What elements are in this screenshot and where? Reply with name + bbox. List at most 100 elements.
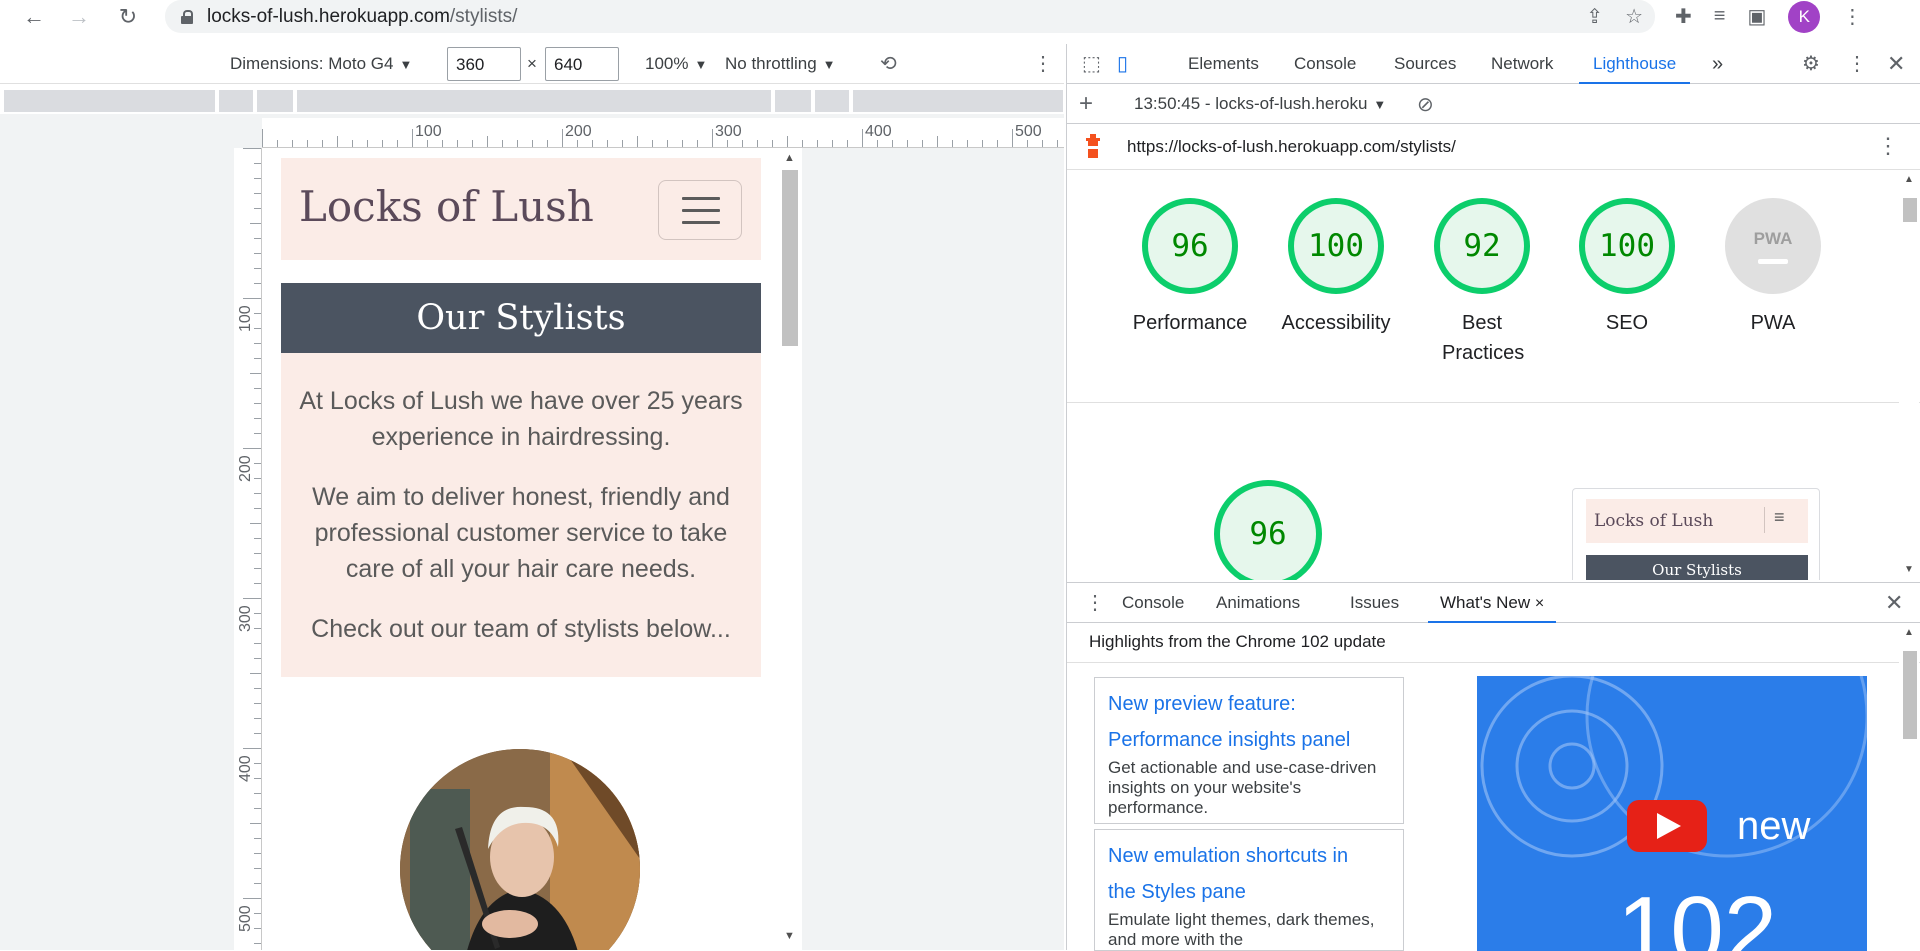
ruler-tick [352,140,353,147]
page-title: Our Stylists [281,283,761,353]
bookmark-star-icon[interactable]: ☆ [1625,4,1643,29]
address-bar[interactable]: locks-of-lush.herokuapp.com/stylists/ ⇪ … [165,0,1655,33]
card-title-line[interactable]: New preview feature: [1108,686,1390,722]
tab-elements[interactable]: Elements [1188,44,1259,84]
close-devtools-icon[interactable]: ✕ [1887,44,1905,84]
viewport-height-input[interactable]: 640 [545,47,619,81]
drawer-tab-console[interactable]: Console [1122,583,1184,623]
scroll-down-arrow-icon[interactable]: ▼ [784,930,795,942]
media-query-segment[interactable] [257,90,293,112]
media-query-segment[interactable] [853,90,1063,112]
media-query-segment[interactable] [297,90,771,112]
inspect-element-icon[interactable]: ⬚ [1082,44,1101,84]
media-queue-icon[interactable]: ≡ [1714,5,1726,28]
report-selector[interactable]: 13:50:45 - locks-of-lush.heroku ▼ [1134,94,1386,114]
card-title-line[interactable]: Performance insights panel [1108,722,1390,758]
ruler-tick [757,140,758,147]
device-dimensions-select[interactable]: Dimensions: Moto G4 ▼ [230,54,412,74]
page-screenshot-thumbnail[interactable]: Locks of Lush ≡ Our Stylists [1572,488,1820,580]
pwa-gauge[interactable]: PWA [1725,198,1821,294]
close-drawer-icon[interactable]: ✕ [1885,583,1903,623]
ruler-tick [254,868,261,869]
media-query-segment[interactable] [775,90,811,112]
share-icon[interactable]: ⇪ [1586,4,1603,29]
lock-icon[interactable] [181,9,193,24]
hamburger-menu-button[interactable] [658,180,742,240]
ruler-label: 400 [237,755,254,782]
devtools-menu-icon[interactable]: ⋮ [1847,44,1867,84]
thumb-title: Our Stylists [1586,555,1808,580]
ruler-tick [532,140,533,147]
site-brand[interactable]: Locks of Lush [299,182,594,231]
ruler-tick [254,853,261,854]
ruler-tick [427,140,428,147]
new-report-plus-icon[interactable]: + [1079,90,1093,118]
browser-menu-icon[interactable]: ⋮ [1842,4,1862,29]
tab-sources[interactable]: Sources [1394,44,1456,84]
report-selector-label: 13:50:45 - locks-of-lush.heroku [1134,94,1368,113]
ruler-label: 100 [415,123,442,140]
throttling-select[interactable]: No throttling ▼ [725,54,836,74]
side-panel-icon[interactable]: ▣ [1747,4,1766,29]
device-toggle-icon[interactable]: ▯ [1117,44,1128,84]
drawer-menu-icon[interactable]: ⋮ [1085,583,1105,623]
more-tabs-icon[interactable]: » [1712,44,1723,84]
seo-gauge[interactable]: 100 [1579,198,1675,294]
ruler-tick [243,298,261,299]
report-scrollbar[interactable]: ▲ ▼ [1899,174,1919,580]
viewport-width-input[interactable]: 360 [447,47,521,81]
ruler-label: 500 [1015,123,1042,140]
close-tab-icon[interactable]: × [1535,595,1544,612]
scroll-down-arrow-icon[interactable]: ▼ [1904,564,1914,575]
media-query-segment[interactable] [815,90,849,112]
scrollbar-thumb[interactable] [1903,198,1917,222]
accessibility-gauge[interactable]: 100 [1288,198,1384,294]
rotate-icon[interactable]: ⟲ [880,51,897,76]
ruler-tick [254,883,261,884]
ruler-tick [254,763,261,764]
youtube-play-icon[interactable] [1627,800,1707,852]
forward-arrow-icon[interactable]: → [59,0,99,33]
performance-gauge[interactable]: 96 [1142,198,1238,294]
tab-network[interactable]: Network [1491,44,1553,84]
report-menu-icon[interactable]: ⋮ [1877,133,1899,159]
ruler-tick [250,823,261,824]
settings-gear-icon[interactable]: ⚙ [1802,44,1820,84]
best-practices-gauge[interactable]: 92 [1434,198,1530,294]
media-query-segment[interactable] [4,90,215,112]
reload-icon[interactable]: ↻ [108,0,148,33]
zoom-select[interactable]: 100% ▼ [645,54,707,74]
ruler-tick [727,140,728,147]
ruler-tick [547,140,548,147]
ruler-tick [254,553,261,554]
url-host: locks-of-lush.herokuapp.com [207,5,450,27]
clear-reports-icon[interactable]: ⊘ [1417,92,1434,117]
tab-lighthouse[interactable]: Lighthouse [1579,44,1691,84]
drawer-scrollbar[interactable]: ▲ [1899,623,1919,951]
hamburger-line [682,221,720,224]
back-arrow-icon[interactable]: ← [14,0,54,33]
card-title-line[interactable]: New emulation shortcuts in [1108,838,1390,874]
whats-new-card[interactable]: New preview feature: Performance insight… [1094,677,1404,824]
drawer-tab-bar: ⋮ Console Animations Issues What's New ×… [1067,583,1920,623]
scroll-up-arrow-icon[interactable]: ▲ [1904,174,1914,185]
media-query-bar[interactable] [0,88,1064,114]
tab-console[interactable]: Console [1294,44,1356,84]
device-toolbar-menu-icon[interactable]: ⋮ [1033,51,1053,76]
report-url[interactable]: https://locks-of-lush.herokuapp.com/styl… [1127,137,1456,157]
scroll-up-arrow-icon[interactable]: ▲ [1904,627,1914,638]
drawer-tab-animations[interactable]: Animations [1216,583,1300,623]
scroll-up-arrow-icon[interactable]: ▲ [784,152,795,164]
drawer-tab-issues[interactable]: Issues [1350,583,1399,623]
drawer-tab-whats-new[interactable]: What's New × [1428,583,1557,623]
profile-avatar[interactable]: K [1788,0,1821,33]
scrollbar-thumb[interactable] [1903,651,1917,739]
whats-new-card[interactable]: New emulation shortcuts in the Styles pa… [1094,829,1404,951]
card-title-line[interactable]: the Styles pane [1108,874,1390,910]
media-query-segment[interactable] [219,90,253,112]
performance-detail-gauge[interactable]: 96 [1214,480,1322,580]
extensions-puzzle-icon[interactable]: ✚ [1675,4,1692,29]
scrollbar-thumb[interactable] [782,170,798,346]
viewport-scrollbar[interactable]: ▲ ▼ [778,148,802,950]
whats-new-video[interactable]: new 102 [1477,676,1867,951]
